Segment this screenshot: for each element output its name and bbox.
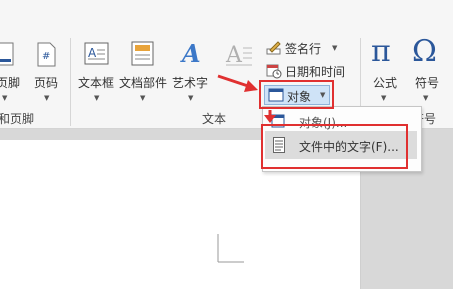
wordart-label: 艺术字 bbox=[172, 76, 209, 90]
wordart-button[interactable]: A 艺术字 ▼ bbox=[170, 40, 212, 102]
signature-line-label: 签名行 bbox=[285, 42, 322, 56]
text-box-button[interactable]: A 文本框 ▼ bbox=[76, 40, 118, 102]
svg-text:#: # bbox=[42, 51, 50, 62]
omega-icon: Ω bbox=[412, 34, 437, 69]
footer-icon bbox=[0, 42, 14, 66]
pi-icon: π bbox=[371, 34, 391, 69]
wordart-icon: A bbox=[180, 40, 201, 68]
date-time-button[interactable]: 日期和时间 bbox=[266, 63, 352, 81]
highlight-object-button bbox=[259, 80, 334, 109]
chevron-down-icon: ▼ bbox=[2, 94, 8, 102]
page-number-icon: # bbox=[37, 42, 56, 67]
highlight-text-from-file-item bbox=[261, 124, 408, 169]
text-group-label: 文本 bbox=[202, 112, 227, 126]
svg-text:A: A bbox=[225, 43, 243, 68]
quick-parts-label: 文档部件 bbox=[119, 76, 168, 90]
symbol-label: 符号 bbox=[415, 76, 440, 90]
drop-cap-icon: A bbox=[225, 43, 252, 68]
chevron-down-icon: ▼ bbox=[332, 44, 338, 52]
group-divider bbox=[70, 38, 71, 126]
text-box-label: 文本框 bbox=[78, 76, 115, 90]
footer-button[interactable]: 页脚 ▼ bbox=[0, 40, 22, 102]
header-footer-group-label: 和页脚 bbox=[0, 112, 35, 126]
equation-label: 公式 bbox=[373, 76, 398, 90]
chevron-down-icon: ▼ bbox=[423, 94, 429, 102]
chevron-down-icon: ▼ bbox=[94, 94, 100, 102]
drop-cap-button[interactable]: A bbox=[222, 40, 256, 90]
signature-line-button[interactable]: 签名行 ▼ bbox=[266, 40, 346, 58]
svg-text:A: A bbox=[180, 40, 201, 68]
date-time-label: 日期和时间 bbox=[285, 65, 346, 79]
chevron-down-icon: ▼ bbox=[140, 94, 146, 102]
calendar-clock-icon bbox=[266, 64, 282, 79]
chevron-down-icon: ▼ bbox=[188, 94, 194, 102]
text-margin-marker bbox=[217, 234, 244, 263]
chevron-down-icon: ▼ bbox=[44, 94, 50, 102]
page-number-button[interactable]: # 页码 ▼ bbox=[30, 40, 64, 102]
quick-parts-icon bbox=[131, 41, 154, 66]
quick-parts-button[interactable]: 文档部件 ▼ bbox=[118, 40, 168, 102]
chevron-down-icon: ▼ bbox=[381, 94, 387, 102]
symbol-button[interactable]: Ω 符号 ▼ bbox=[408, 34, 446, 102]
signature-pen-icon bbox=[266, 41, 281, 55]
text-box-icon: A bbox=[84, 42, 109, 65]
equation-button[interactable]: π 公式 ▼ bbox=[366, 34, 404, 102]
svg-text:A: A bbox=[88, 46, 97, 60]
footer-label: 页脚 bbox=[0, 76, 21, 90]
page-number-label: 页码 bbox=[34, 76, 59, 90]
